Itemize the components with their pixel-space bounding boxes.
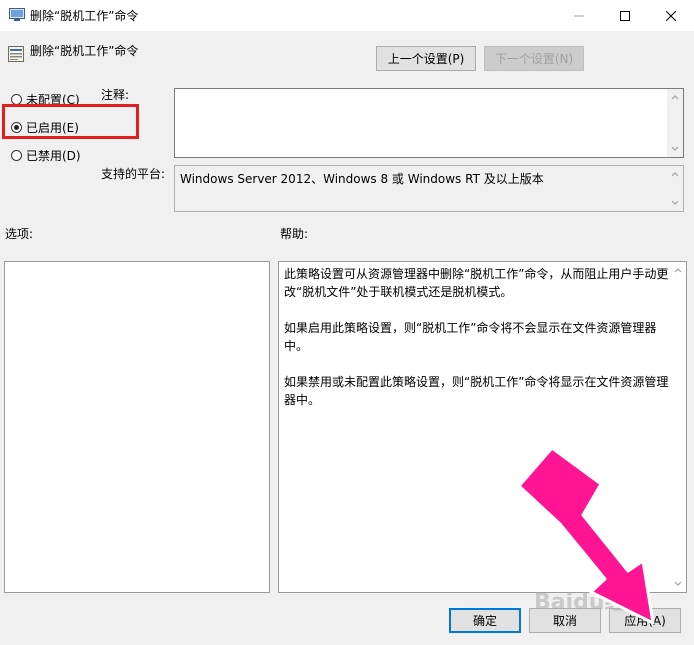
scroll-down-icon: [671, 200, 679, 205]
scroll-up-icon: [671, 172, 679, 177]
next-setting-button: 下一个设置(N): [484, 46, 584, 71]
policy-window-icon: [9, 8, 25, 22]
scroll-up-icon: [671, 95, 679, 100]
platform-field: Windows Server 2012、Windows 8 或 Windows …: [174, 165, 684, 212]
platform-value: Windows Server 2012、Windows 8 或 Windows …: [180, 172, 544, 186]
scroll-down-icon: [671, 146, 679, 151]
comment-scrollbar[interactable]: [667, 89, 683, 157]
radio-label: 已禁用(D): [26, 149, 81, 163]
radio-circle: [11, 150, 22, 161]
policy-name: 删除“脱机工作”命令: [30, 44, 139, 58]
options-panel: [4, 261, 270, 593]
comment-textarea[interactable]: [174, 88, 684, 158]
close-button[interactable]: [648, 0, 694, 31]
platform-label: 支持的平台:: [101, 167, 166, 181]
pointer-arrow-icon: [517, 446, 655, 625]
minimize-icon: [574, 15, 584, 16]
close-icon: [666, 10, 676, 21]
window-title: 删除“脱机工作”命令: [30, 9, 139, 23]
prev-setting-button[interactable]: 上一个设置(P): [376, 46, 476, 71]
radio-disabled[interactable]: 已禁用(D): [11, 147, 81, 164]
help-label: 帮助:: [280, 227, 309, 241]
minimize-button: [556, 0, 602, 31]
policy-setting-icon: [7, 45, 25, 63]
highlight-box: [2, 104, 139, 139]
platform-scrollbar[interactable]: [667, 166, 683, 211]
scroll-up-icon: [674, 268, 682, 273]
maximize-icon: [620, 10, 630, 21]
help-text: 此策略设置可从资源管理器中删除“脱机工作”命令，从而阻止用户手动更改“脱机文件”…: [284, 267, 669, 407]
options-label: 选项:: [5, 227, 34, 241]
maximize-button[interactable]: [602, 0, 648, 31]
title-bar[interactable]: 删除“脱机工作”命令: [0, 0, 694, 31]
comment-label: 注释:: [101, 88, 130, 102]
